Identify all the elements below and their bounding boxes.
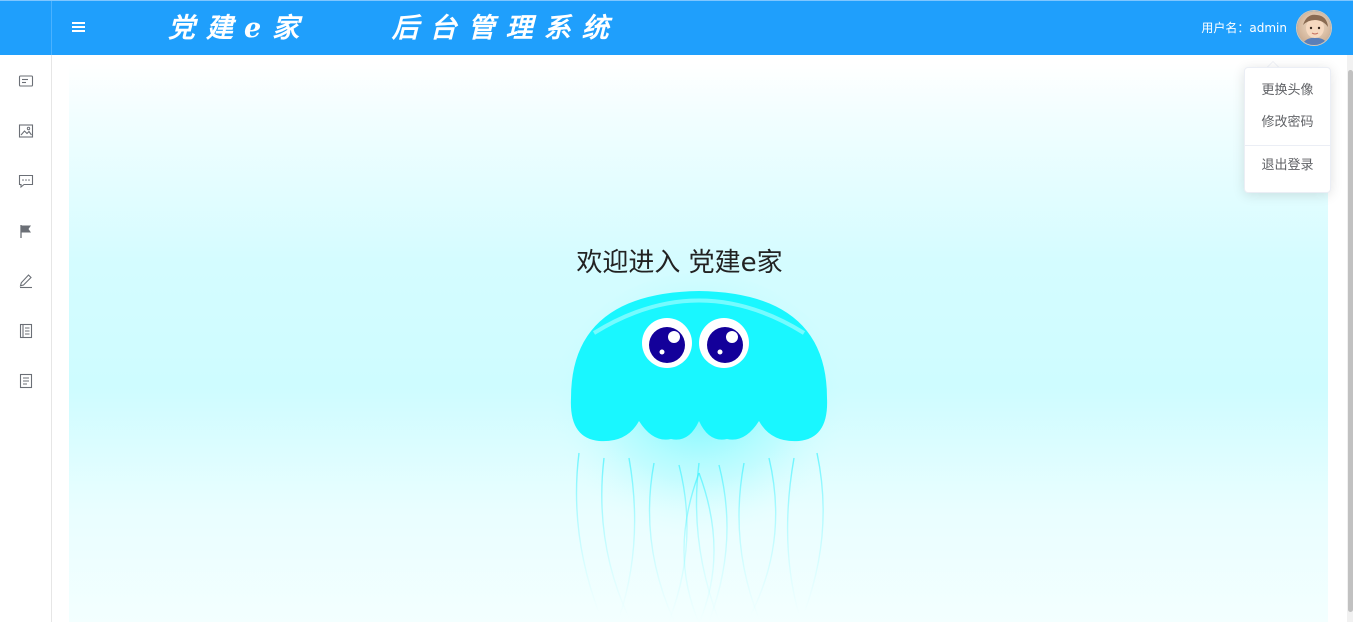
document-icon bbox=[19, 373, 33, 389]
jellyfish-illustration bbox=[549, 273, 849, 623]
welcome-panel: 欢迎进入 党建e家 bbox=[69, 63, 1328, 623]
main-content: 欢迎进入 党建e家 bbox=[52, 55, 1348, 623]
picture-icon bbox=[18, 124, 34, 138]
sidebar-item-card[interactable] bbox=[0, 61, 51, 101]
dropdown-divider bbox=[1245, 145, 1330, 146]
username-label[interactable]: 用户名：admin bbox=[1201, 20, 1287, 36]
notebook-icon bbox=[19, 323, 33, 339]
change-avatar-item[interactable]: 更换头像 bbox=[1245, 77, 1330, 105]
sidebar bbox=[0, 55, 52, 622]
edit-icon bbox=[19, 274, 32, 289]
header-divider bbox=[51, 1, 52, 56]
card-icon bbox=[18, 75, 34, 87]
hamburger-icon[interactable] bbox=[66, 18, 92, 38]
sidebar-item-flag[interactable] bbox=[0, 211, 51, 251]
sidebar-item-edit[interactable] bbox=[0, 261, 51, 301]
sidebar-item-notebook[interactable] bbox=[0, 311, 51, 351]
change-password-item[interactable]: 修改密码 bbox=[1245, 109, 1330, 137]
user-avatar[interactable] bbox=[1296, 10, 1332, 46]
user-dropdown-menu: 更换头像 修改密码 退出登录 bbox=[1244, 67, 1331, 193]
sidebar-item-message[interactable] bbox=[0, 161, 51, 201]
app-title: 党建e家 后台管理系统 bbox=[168, 13, 620, 44]
message-icon bbox=[18, 174, 34, 189]
scrollbar-thumb[interactable] bbox=[1348, 70, 1353, 612]
top-header: 党建e家 后台管理系统 用户名：admin bbox=[0, 0, 1353, 56]
avatar-image bbox=[1297, 11, 1331, 45]
sidebar-item-document[interactable] bbox=[0, 361, 51, 401]
sidebar-item-picture[interactable] bbox=[0, 111, 51, 151]
logout-item[interactable]: 退出登录 bbox=[1245, 152, 1330, 180]
flag-icon bbox=[20, 225, 31, 238]
